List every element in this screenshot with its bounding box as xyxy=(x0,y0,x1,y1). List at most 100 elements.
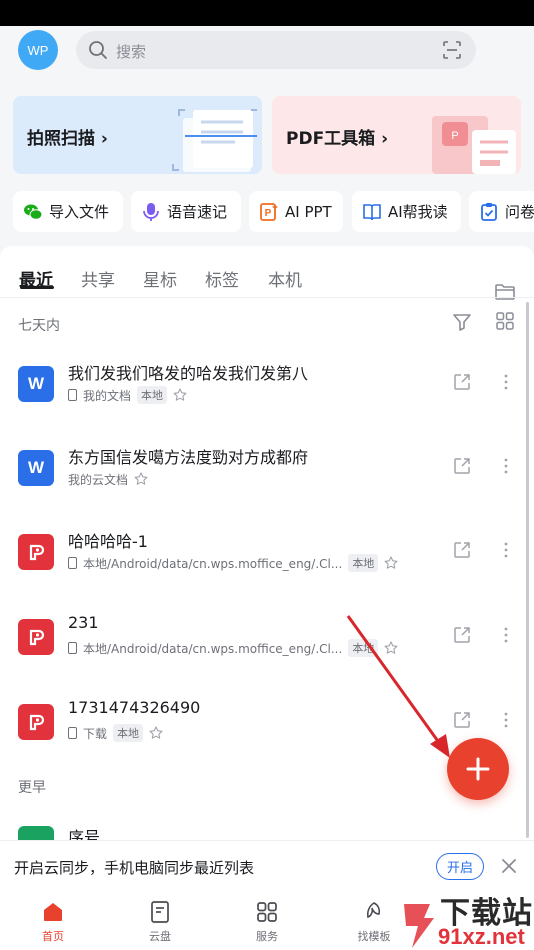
file-location: 我的云文档 xyxy=(68,472,129,487)
watermark-url: 91xz.net xyxy=(438,924,525,949)
nav-cloud[interactable]: 云盘 xyxy=(130,900,190,946)
nav-home[interactable]: 首页 xyxy=(23,900,83,946)
more-options-icon[interactable] xyxy=(499,711,513,729)
more-options-icon[interactable] xyxy=(499,541,513,559)
share-icon[interactable] xyxy=(453,711,471,729)
divider xyxy=(0,297,534,298)
tab-tags[interactable]: 标签 xyxy=(205,266,239,291)
cloud-sync-banner: 开启云同步，手机电脑同步最近列表 开启 xyxy=(0,840,534,892)
file-meta: 下载 本地 xyxy=(68,724,163,742)
apps-grid-icon xyxy=(257,902,277,922)
ai-ppt-icon: P xyxy=(260,202,278,221)
file-meta: 本地/Android/data/cn.wps.moffice_eng/.Cl..… xyxy=(68,639,398,657)
pdf-file-icon xyxy=(18,704,54,740)
wechat-icon xyxy=(24,204,43,220)
file-row[interactable]: 231 本地/Android/data/cn.wps.moffice_eng/.… xyxy=(0,601,534,681)
close-icon[interactable] xyxy=(501,858,517,874)
voice-note-label: 语音速记 xyxy=(167,203,228,221)
ai-read-icon xyxy=(363,203,381,220)
pdf-card-title: PDF工具箱 › xyxy=(286,129,389,149)
search-icon xyxy=(89,41,107,59)
file-name: 我们发我们咯发的哈发我们发第八 xyxy=(68,364,309,383)
create-new-button[interactable] xyxy=(447,738,509,800)
pdf-file-icon xyxy=(18,619,54,655)
ai-read-button[interactable]: AI帮我读 xyxy=(352,191,461,232)
share-icon[interactable] xyxy=(453,626,471,644)
voice-note-icon xyxy=(143,202,159,221)
word-file-icon: W xyxy=(18,366,54,402)
section-seven-days: 七天内 xyxy=(18,318,60,334)
file-location: 本地/Android/data/cn.wps.moffice_eng/.Cl..… xyxy=(83,556,343,571)
survey-icon xyxy=(481,202,497,221)
tab-starred[interactable]: 星标 xyxy=(143,266,177,291)
word-file-icon: W xyxy=(18,450,54,486)
scan-document-illustration xyxy=(172,109,257,172)
file-name: 序号 xyxy=(68,828,101,840)
svg-text:P: P xyxy=(451,130,458,142)
file-name: 东方国信发噶方法度勁对方成都府 xyxy=(68,448,309,467)
avatar[interactable]: WP xyxy=(18,30,58,70)
more-options-icon[interactable] xyxy=(499,373,513,391)
ai-read-label: AI帮我读 xyxy=(388,203,448,221)
star-icon[interactable] xyxy=(384,556,398,570)
filter-icon[interactable] xyxy=(452,312,472,332)
file-name: 231 xyxy=(68,613,99,632)
file-row[interactable]: W 我们发我们咯发的哈发我们发第八 我的文档 本地 xyxy=(0,348,534,428)
scan-card[interactable]: 拍照扫描 › xyxy=(13,96,262,174)
tab-local[interactable]: 本机 xyxy=(268,266,302,291)
sync-banner-text: 开启云同步，手机电脑同步最近列表 xyxy=(14,859,255,877)
scan-icon[interactable] xyxy=(442,40,462,60)
template-icon xyxy=(366,902,381,919)
file-row[interactable]: W 东方国信发噶方法度勁对方成都府 我的云文档 xyxy=(0,432,534,512)
folder-icon[interactable] xyxy=(494,282,516,302)
nav-templates[interactable]: 找模板 xyxy=(344,900,404,946)
nav-services-label: 服务 xyxy=(256,930,278,943)
more-options-icon[interactable] xyxy=(499,626,513,644)
grid-view-icon[interactable] xyxy=(496,312,514,330)
phone-icon xyxy=(68,557,77,569)
phone-icon xyxy=(68,727,77,739)
ai-ppt-button[interactable]: P AI PPT xyxy=(249,191,343,232)
ai-ppt-label: AI PPT xyxy=(285,202,332,221)
plus-icon xyxy=(466,757,490,781)
file-meta: 我的文档 本地 xyxy=(68,386,187,404)
import-file-label: 导入文件 xyxy=(49,203,110,221)
search-bar[interactable]: 搜索 xyxy=(76,31,476,69)
pdf-file-icon xyxy=(18,534,54,570)
tab-underline xyxy=(20,286,54,289)
file-row[interactable]: 哈哈哈哈-1 本地/Android/data/cn.wps.moffice_en… xyxy=(0,516,534,596)
search-placeholder: 搜索 xyxy=(116,43,147,61)
nav-services[interactable]: 服务 xyxy=(237,900,297,946)
top-bar: WP 搜索 xyxy=(0,26,534,76)
share-icon[interactable] xyxy=(453,541,471,559)
local-tag: 本地 xyxy=(113,724,144,742)
star-icon[interactable] xyxy=(149,726,163,740)
import-file-button[interactable]: 导入文件 xyxy=(13,191,123,232)
file-meta: 本地/Android/data/cn.wps.moffice_eng/.Cl..… xyxy=(68,554,398,572)
share-icon[interactable] xyxy=(453,373,471,391)
local-tag: 本地 xyxy=(137,386,168,404)
star-icon[interactable] xyxy=(173,388,187,402)
star-icon[interactable] xyxy=(384,641,398,655)
local-tag: 本地 xyxy=(348,639,379,657)
pdf-toolbox-card[interactable]: PDF工具箱 › P xyxy=(272,96,521,174)
star-icon[interactable] xyxy=(134,472,148,486)
file-location: 我的文档 xyxy=(83,388,132,403)
section-earlier: 更早 xyxy=(18,780,46,796)
phone-icon xyxy=(68,642,77,654)
svg-text:P: P xyxy=(265,208,272,219)
file-name: 哈哈哈哈-1 xyxy=(68,532,148,551)
pdf-document-illustration: P xyxy=(432,116,516,174)
voice-note-button[interactable]: 语音速记 xyxy=(131,191,241,232)
share-icon[interactable] xyxy=(453,457,471,475)
nav-home-label: 首页 xyxy=(42,930,64,943)
file-row[interactable]: 序号 xyxy=(0,812,534,840)
enable-sync-button[interactable]: 开启 xyxy=(436,853,484,880)
survey-button[interactable]: 问卷 xyxy=(469,191,534,232)
more-options-icon[interactable] xyxy=(499,457,513,475)
scrollbar[interactable] xyxy=(526,302,529,838)
local-tag: 本地 xyxy=(348,554,379,572)
nav-templates-label: 找模板 xyxy=(357,930,391,943)
status-bar xyxy=(0,0,534,26)
tab-shared[interactable]: 共享 xyxy=(81,266,115,291)
